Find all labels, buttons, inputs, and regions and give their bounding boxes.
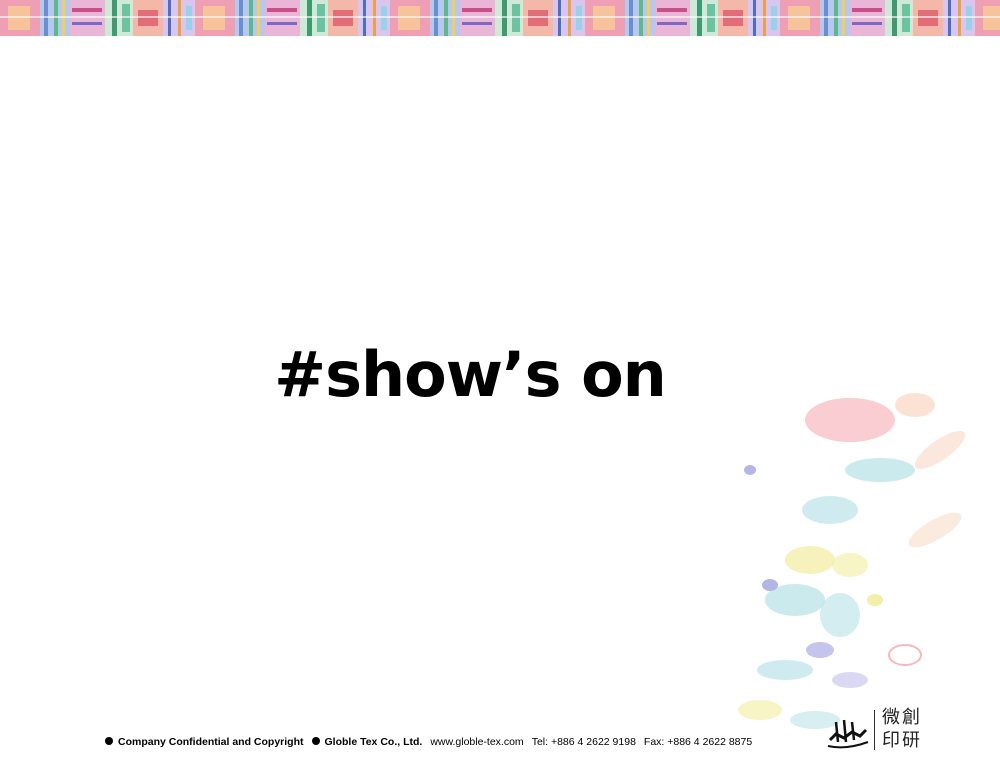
logo-line-2: 印研	[882, 730, 922, 751]
bullet-icon	[311, 737, 320, 745]
logo-divider	[874, 710, 875, 750]
footer-website[interactable]: www.globle-tex.com	[430, 736, 523, 748]
footer: Company Confidential and Copyright Globle…	[105, 736, 752, 748]
footer-fax: Fax: +886 4 2622 8875	[643, 736, 753, 748]
logo-mark-icon	[827, 719, 869, 749]
company-logo: 微創 印研	[826, 706, 936, 754]
watercolor-splash	[738, 393, 966, 729]
banner-pattern	[0, 0, 1000, 36]
footer-confidential: Company Confidential and Copyright	[118, 736, 304, 748]
top-banner	[0, 0, 1000, 36]
footer-tel: Tel: +886 4 2622 9198	[531, 736, 636, 748]
logo-line-1: 微創	[882, 707, 922, 728]
footer-company: Globle Tex Co., Ltd.	[324, 736, 423, 748]
bullet-icon	[105, 737, 113, 745]
logo-text: 微創 印研	[882, 706, 932, 752]
